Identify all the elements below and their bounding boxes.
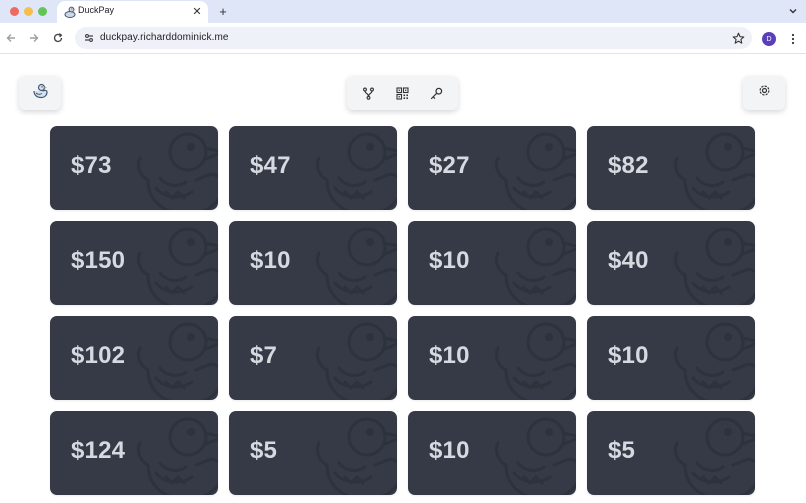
back-arrow-icon[interactable] xyxy=(3,30,19,46)
new-tab-button[interactable]: + xyxy=(215,3,231,19)
amount-card[interactable]: $10 xyxy=(229,221,397,305)
amount-card[interactable]: $5 xyxy=(229,411,397,495)
amount-card[interactable]: $10 xyxy=(408,221,576,305)
browser-toolbar: duckpay.richarddominick.me D xyxy=(0,23,806,54)
duck-favicon-icon xyxy=(63,5,77,19)
amount-card[interactable]: $5 xyxy=(587,411,755,495)
duck-watermark-icon xyxy=(484,316,576,400)
amount-card[interactable]: $7 xyxy=(229,316,397,400)
card-amount: $10 xyxy=(429,342,470,369)
card-amount: $73 xyxy=(71,152,112,179)
card-amount: $10 xyxy=(429,247,470,274)
amount-card-grid: $73 $47 $27 $82 $150 $10 $10 $40 $102 $7 $10 $10 $12… xyxy=(50,126,755,495)
amount-card[interactable]: $10 xyxy=(408,316,576,400)
site-settings-icon[interactable] xyxy=(81,30,97,46)
close-window-button[interactable] xyxy=(10,7,19,16)
maximize-window-button[interactable] xyxy=(38,7,47,16)
duck-watermark-icon xyxy=(663,316,755,400)
amount-card[interactable]: $150 xyxy=(50,221,218,305)
reload-icon[interactable] xyxy=(50,30,66,46)
page-viewport: $73 $47 $27 $82 $150 $10 $10 $40 $102 $7 $10 $10 $12… xyxy=(0,55,806,503)
amount-card[interactable]: $124 xyxy=(50,411,218,495)
card-amount: $5 xyxy=(250,437,278,464)
key-icon[interactable] xyxy=(428,85,444,101)
forward-arrow-icon[interactable] xyxy=(26,30,42,46)
duck-watermark-icon xyxy=(126,411,218,495)
home-logo-button[interactable] xyxy=(19,76,61,110)
card-amount: $102 xyxy=(71,342,126,369)
duck-watermark-icon xyxy=(305,221,397,305)
amount-card[interactable]: $40 xyxy=(587,221,755,305)
close-tab-icon[interactable]: ✕ xyxy=(190,4,204,18)
qr-code-icon[interactable] xyxy=(394,85,410,101)
duck-watermark-icon xyxy=(305,411,397,495)
amount-card[interactable]: $47 xyxy=(229,126,397,210)
card-amount: $150 xyxy=(71,247,126,274)
card-amount: $82 xyxy=(608,152,649,179)
duck-watermark-icon xyxy=(126,221,218,305)
duck-watermark-icon xyxy=(663,411,755,495)
duck-watermark-icon xyxy=(126,126,218,210)
minimize-window-button[interactable] xyxy=(24,7,33,16)
duck-watermark-icon xyxy=(305,316,397,400)
card-amount: $40 xyxy=(608,247,649,274)
settings-button[interactable] xyxy=(743,76,785,110)
action-toolbar xyxy=(347,76,458,110)
amount-card[interactable]: $10 xyxy=(587,316,755,400)
duck-watermark-icon xyxy=(663,126,755,210)
duck-watermark-icon xyxy=(484,221,576,305)
amount-card[interactable]: $10 xyxy=(408,411,576,495)
amount-card[interactable]: $73 xyxy=(50,126,218,210)
tab-search-chevron-icon[interactable] xyxy=(784,2,802,20)
duck-watermark-icon xyxy=(484,126,576,210)
amount-card[interactable]: $102 xyxy=(50,316,218,400)
duck-watermark-icon xyxy=(126,316,218,400)
more-menu-icon[interactable] xyxy=(786,31,800,47)
card-amount: $27 xyxy=(429,152,470,179)
card-amount: $5 xyxy=(608,437,636,464)
duck-logo-icon xyxy=(31,82,49,105)
tab-strip: DuckPay ✕ + xyxy=(0,0,806,23)
duck-watermark-icon xyxy=(484,411,576,495)
url-text[interactable]: duckpay.richarddominick.me xyxy=(100,32,229,43)
amount-card[interactable]: $82 xyxy=(587,126,755,210)
profile-avatar[interactable]: D xyxy=(762,32,776,46)
duck-watermark-icon xyxy=(305,126,397,210)
card-amount: $7 xyxy=(250,342,278,369)
amount-card[interactable]: $27 xyxy=(408,126,576,210)
browser-tab-duckpay[interactable]: DuckPay ✕ xyxy=(57,1,208,23)
duck-watermark-icon xyxy=(663,221,755,305)
card-amount: $124 xyxy=(71,437,126,464)
card-amount: $10 xyxy=(608,342,649,369)
card-amount: $10 xyxy=(429,437,470,464)
card-amount: $47 xyxy=(250,152,291,179)
gear-icon xyxy=(758,84,771,102)
address-bar[interactable]: duckpay.richarddominick.me xyxy=(75,27,752,49)
split-icon[interactable] xyxy=(360,85,376,101)
tab-title: DuckPay xyxy=(78,5,115,15)
bookmark-star-icon[interactable] xyxy=(730,30,746,46)
card-amount: $10 xyxy=(250,247,291,274)
